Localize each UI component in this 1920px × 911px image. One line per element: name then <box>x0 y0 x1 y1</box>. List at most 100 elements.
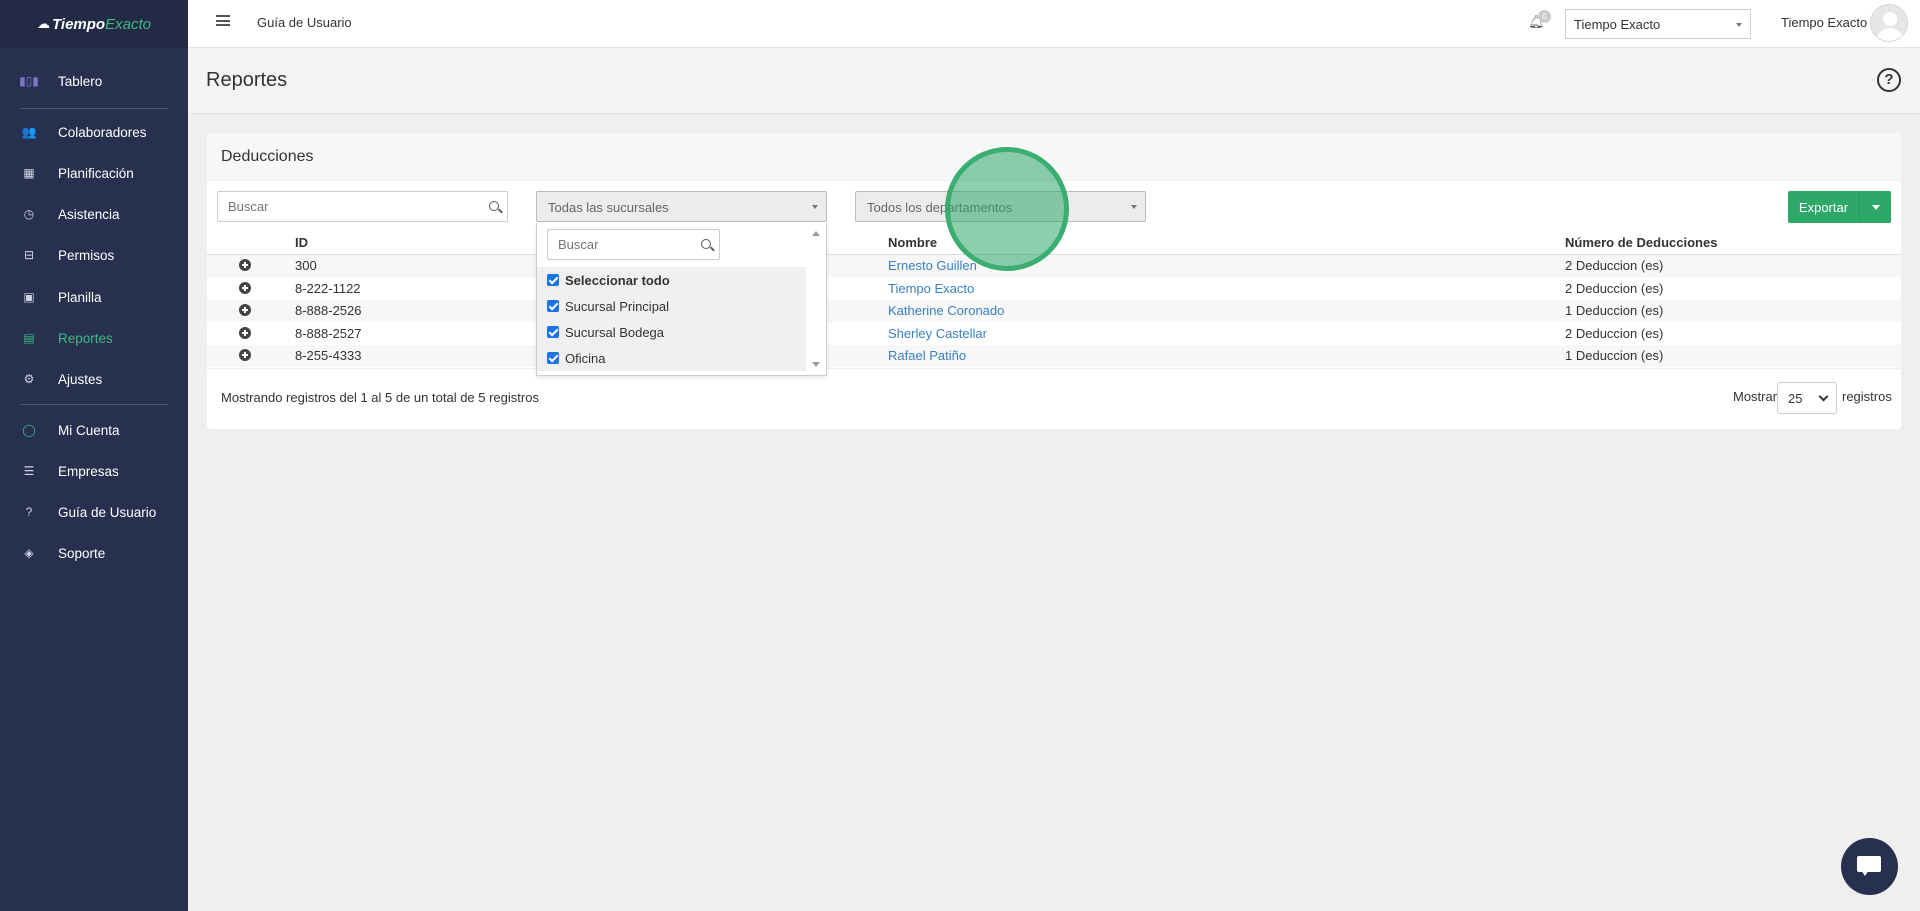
sidebar-item-label: Permisos <box>58 247 115 263</box>
row-name-link[interactable]: Katherine Coronado <box>888 303 1004 318</box>
logo-text-exacto: Exacto <box>105 15 151 33</box>
sidebar: ☁ Tiempo Exacto ▮▯▮ Tablero 👥 Colaborado… <box>0 0 188 911</box>
sidebar-item-label: Colaboradores <box>58 124 147 140</box>
company-select[interactable]: Tiempo Exacto <box>1565 9 1751 39</box>
sidebar-item-label: Soporte <box>58 545 106 561</box>
shield-icon: ◈ <box>24 546 34 560</box>
file-icon: ▤ <box>23 331 35 345</box>
row-name-link[interactable]: Ernesto Guillen <box>888 258 977 273</box>
branch-dropdown-menu: Seleccionar todo Sucursal Principal Sucu… <box>536 223 827 376</box>
sidebar-item-label: Ajustes <box>58 371 103 387</box>
dropdown-options: Seleccionar todo Sucursal Principal Sucu… <box>537 267 807 371</box>
dropdown-option-label: Seleccionar todo <box>565 272 670 288</box>
department-select[interactable]: Todos los departamentos <box>855 191 1146 222</box>
sidebar-item-label: Empresas <box>58 463 119 479</box>
money-icon: ▣ <box>23 290 35 304</box>
search-icon <box>701 239 711 249</box>
topbar: Guía de Usuario 🔔︎ 0 Tiempo Exacto Tiemp… <box>188 0 1920 48</box>
row-count: 1 Deduccion (es) <box>1565 303 1664 318</box>
sidebar-item-planilla[interactable]: ▣ Planilla <box>0 282 188 312</box>
scroll-up-icon[interactable] <box>812 231 820 236</box>
table-row: 8-222-1122 Tiempo Exacto 2 Deduccion (es… <box>207 278 1901 300</box>
card-header: Deducciones <box>207 133 1901 181</box>
sidebar-item-guia-de-usuario[interactable]: ? Guía de Usuario <box>0 497 188 527</box>
expand-row-icon[interactable] <box>239 282 251 294</box>
records-label: registros <box>1842 389 1892 404</box>
sidebar-item-tablero[interactable]: ▮▯▮ Tablero <box>0 66 188 96</box>
help-icon[interactable]: ? <box>1877 68 1901 92</box>
expand-row-icon[interactable] <box>239 349 251 361</box>
dropdown-option[interactable]: Sucursal Principal <box>537 293 807 319</box>
gear-icon: ⚙ <box>23 372 35 386</box>
dropdown-option-label: Sucursal Bodega <box>565 324 665 340</box>
row-id: 300 <box>295 258 317 273</box>
page-length-select[interactable]: 25 <box>1777 382 1837 414</box>
expand-row-icon[interactable] <box>239 304 251 316</box>
table-search[interactable] <box>217 191 508 222</box>
sidebar-item-empresas[interactable]: ☰ Empresas <box>0 456 188 486</box>
topbar-guide-link[interactable]: Guía de Usuario <box>257 15 352 30</box>
expand-row-icon[interactable] <box>239 327 251 339</box>
app-logo[interactable]: ☁ Tiempo Exacto <box>0 0 188 48</box>
scroll-down-icon[interactable] <box>812 362 820 367</box>
cloud-icon: ☁ <box>37 16 51 31</box>
users-icon: 👥 <box>21 125 37 139</box>
row-count: 2 Deduccion (es) <box>1565 281 1664 296</box>
sidebar-item-label: Asistencia <box>58 206 120 222</box>
sidebar-item-label: Planificación <box>58 165 134 181</box>
row-name-link[interactable]: Tiempo Exacto <box>888 281 974 296</box>
sidebar-item-label: Mi Cuenta <box>58 422 120 438</box>
dropdown-option[interactable]: Sucursal Bodega <box>537 319 807 345</box>
table-header: ID Nombre Número de Deducciones <box>207 232 1901 255</box>
row-count: 2 Deduccion (es) <box>1565 326 1664 341</box>
logo-text-tiempo: Tiempo <box>52 15 106 33</box>
column-header-count[interactable]: Número de Deducciones <box>1565 235 1717 250</box>
clock-icon: ◷ <box>23 207 35 221</box>
row-name-link[interactable]: Sherley Castellar <box>888 326 987 341</box>
sidebar-item-planificacion[interactable]: ▦ Planificación <box>0 158 188 188</box>
dropdown-option-select-all[interactable]: Seleccionar todo <box>537 267 807 293</box>
inbox-icon: ⊟ <box>23 248 35 262</box>
dropdown-option-label: Sucursal Principal <box>565 298 670 314</box>
column-header-id[interactable]: ID <box>295 235 308 250</box>
checkbox-checked[interactable] <box>547 274 559 286</box>
checkbox-checked[interactable] <box>547 352 559 364</box>
sidebar-item-permisos[interactable]: ⊟ Permisos <box>0 240 188 270</box>
sidebar-item-reportes[interactable]: ▤ Reportes <box>0 323 188 353</box>
menu-toggle-icon[interactable] <box>216 15 230 29</box>
row-count: 2 Deduccion (es) <box>1565 258 1664 273</box>
table-row: 8-888-2527 Sherley Castellar 2 Deduccion… <box>207 323 1901 345</box>
row-name-link[interactable]: Rafael Patiño <box>888 348 966 363</box>
sidebar-item-mi-cuenta[interactable]: ◯ Mi Cuenta <box>0 415 188 445</box>
chat-button[interactable] <box>1841 838 1898 895</box>
caret-down-icon <box>1131 205 1137 209</box>
expand-row-icon[interactable] <box>239 259 251 271</box>
checkbox-checked[interactable] <box>547 300 559 312</box>
user-name[interactable]: Tiempo Exacto <box>1781 15 1867 30</box>
row-id: 8-255-4333 <box>295 348 362 363</box>
sidebar-item-colaboradores[interactable]: 👥 Colaboradores <box>0 117 188 147</box>
sidebar-item-asistencia[interactable]: ◷ Asistencia <box>0 199 188 229</box>
table-row: 8-255-4333 Rafael Patiño 1 Deduccion (es… <box>207 345 1901 367</box>
export-button[interactable]: Exportar <box>1788 191 1859 223</box>
sliders-icon: ☰ <box>23 464 35 478</box>
search-icon <box>489 201 499 211</box>
table-divider <box>207 368 1901 369</box>
row-id: 8-888-2527 <box>295 326 362 341</box>
avatar[interactable] <box>1870 4 1908 42</box>
table-info: Mostrando registros del 1 al 5 de un tot… <box>221 390 539 405</box>
export-dropdown-toggle[interactable] <box>1859 191 1891 223</box>
sidebar-item-ajustes[interactable]: ⚙ Ajustes <box>0 364 188 394</box>
dropdown-scrollbar[interactable] <box>806 223 826 375</box>
dropdown-search[interactable] <box>547 229 720 260</box>
column-header-name[interactable]: Nombre <box>888 235 937 250</box>
dropdown-search-input[interactable] <box>548 230 719 259</box>
dropdown-option[interactable]: Oficina <box>537 345 807 371</box>
page-header: Reportes ? <box>188 48 1920 114</box>
checkbox-checked[interactable] <box>547 326 559 338</box>
sidebar-item-soporte[interactable]: ◈ Soporte <box>0 538 188 568</box>
sidebar-item-label: Guía de Usuario <box>58 504 157 520</box>
table-row: 300 Ernesto Guillen 2 Deduccion (es) <box>207 255 1901 277</box>
branch-select[interactable]: Todas las sucursales <box>536 191 827 222</box>
search-input[interactable] <box>218 192 507 221</box>
